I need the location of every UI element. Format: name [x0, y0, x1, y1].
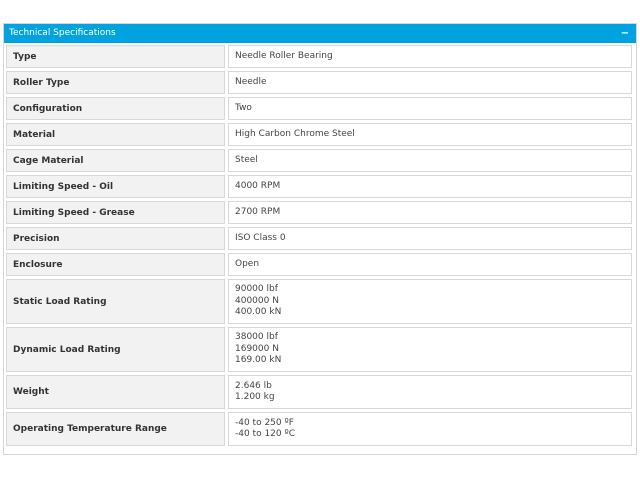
spec-value-line: Open — [235, 258, 260, 269]
spec-label: Static Load Rating — [6, 279, 225, 324]
spec-value: Needle Roller Bearing — [228, 45, 632, 68]
spec-value-line: 90000 lbf — [235, 284, 278, 295]
spec-label: Roller Type — [6, 71, 225, 94]
spec-value: High Carbon Chrome Steel — [228, 123, 632, 146]
spec-value-line: Needle — [235, 76, 267, 87]
collapse-icon[interactable]: − — [621, 24, 629, 43]
spec-value: Two — [228, 97, 632, 120]
spec-label: Material — [6, 123, 225, 146]
table-row: Precision ISO Class 0 — [6, 227, 632, 250]
spec-label: Operating Temperature Range — [6, 412, 225, 446]
technical-specifications-panel: Technical Specifications − Type Needle Ro… — [3, 23, 637, 455]
table-row: Dynamic Load Rating 38000 lbf 169000 N 169.… — [6, 327, 632, 372]
spec-value: 2700 RPM — [228, 201, 632, 224]
table-row: Configuration Two — [6, 97, 632, 120]
spec-value-line: -40 to 250 ºF — [235, 417, 294, 428]
spec-label: Weight — [6, 375, 225, 409]
spec-value-line: 169000 N — [235, 343, 279, 354]
table-row: Enclosure Open — [6, 253, 632, 276]
spec-value-line: 400.00 kN — [235, 307, 282, 318]
spec-value-line: Two — [235, 102, 252, 113]
panel-title: Technical Specifications — [9, 28, 116, 38]
spec-value-line: 2700 RPM — [235, 206, 281, 217]
spec-label: Type — [6, 45, 225, 68]
table-row: Operating Temperature Range -40 to 250 ºF… — [6, 412, 632, 446]
panel-header[interactable]: Technical Specifications − — [4, 24, 636, 43]
spec-value-line: 38000 lbf — [235, 332, 278, 343]
spec-label: Precision — [6, 227, 225, 250]
spec-label: Dynamic Load Rating — [6, 327, 225, 372]
spec-label: Enclosure — [6, 253, 225, 276]
spec-value: 38000 lbf 169000 N 169.00 kN — [228, 327, 632, 372]
table-row: Limiting Speed - Oil 4000 RPM — [6, 175, 632, 198]
spec-value: Steel — [228, 149, 632, 172]
spec-value: ISO Class 0 — [228, 227, 632, 250]
spec-value-line: ISO Class 0 — [235, 232, 286, 243]
spec-value-line: Needle Roller Bearing — [235, 50, 333, 61]
table-row: Cage Material Steel — [6, 149, 632, 172]
spec-value-line: 400000 N — [235, 295, 279, 306]
spec-value-line: 2.646 lb — [235, 380, 272, 391]
spec-label: Limiting Speed - Grease — [6, 201, 225, 224]
spec-value: -40 to 250 ºF -40 to 120 ºC — [228, 412, 632, 446]
spec-value: 2.646 lb 1.200 kg — [228, 375, 632, 409]
spec-value-line: 169.00 kN — [235, 355, 282, 366]
table-row: Type Needle Roller Bearing — [6, 45, 632, 68]
table-row: Material High Carbon Chrome Steel — [6, 123, 632, 146]
spec-value: 90000 lbf 400000 N 400.00 kN — [228, 279, 632, 324]
table-row: Roller Type Needle — [6, 71, 632, 94]
spec-value-line: Steel — [235, 154, 258, 165]
spec-label: Limiting Speed - Oil — [6, 175, 225, 198]
spec-label: Cage Material — [6, 149, 225, 172]
spec-value: Needle — [228, 71, 632, 94]
table-row: Weight 2.646 lb 1.200 kg — [6, 375, 632, 409]
spec-value: 4000 RPM — [228, 175, 632, 198]
table-row: Limiting Speed - Grease 2700 RPM — [6, 201, 632, 224]
spec-label: Configuration — [6, 97, 225, 120]
table-row: Static Load Rating 90000 lbf 400000 N 400.0… — [6, 279, 632, 324]
spec-value-line: High Carbon Chrome Steel — [235, 128, 355, 139]
spec-value-line: -40 to 120 ºC — [235, 429, 296, 439]
spec-value-line: 4000 RPM — [235, 180, 281, 191]
specifications-table: Type Needle Roller Bearing Roller Type Need… — [3, 42, 635, 449]
spec-value-line: 1.200 kg — [235, 392, 275, 402]
spec-value: Open — [228, 253, 632, 276]
